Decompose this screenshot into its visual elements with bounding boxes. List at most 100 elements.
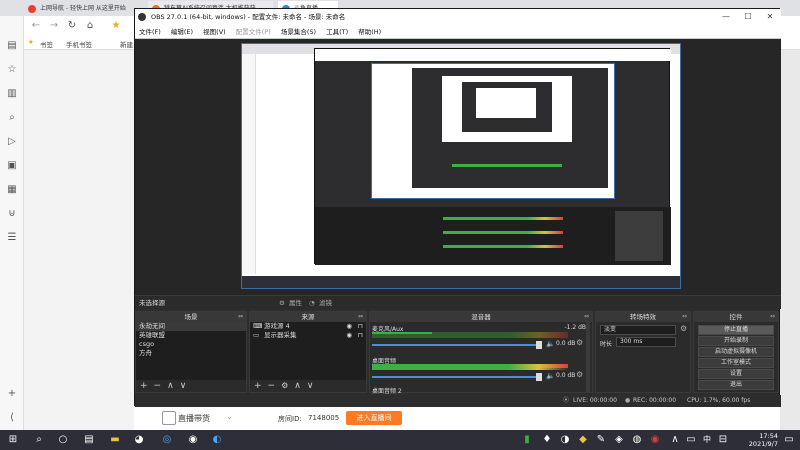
volume-slider-handle[interactable] [536, 373, 542, 381]
settings-button[interactable]: 设置 [698, 369, 774, 379]
volume-slider[interactable] [372, 376, 540, 378]
duration-input[interactable]: 300 ms [616, 337, 676, 347]
lock-icon[interactable]: ⊓ [358, 331, 363, 340]
menu-scene-collection[interactable]: 场景集合(S) [277, 28, 320, 36]
visibility-icon[interactable]: ◉ [346, 322, 352, 331]
browser-tab-1[interactable]: 上网导航 - 轻快上网 从这里开始 [24, 1, 144, 16]
search-icon[interactable]: ⌕ [32, 433, 46, 447]
move-down-icon[interactable]: ∨ [307, 381, 314, 391]
dock-float-icon[interactable]: ⇔ [238, 312, 243, 322]
enter-room-button[interactable]: 进入直播间 [346, 411, 402, 425]
stop-streaming-button[interactable]: 停止直播 [698, 325, 774, 335]
mixer-scrollbar[interactable] [586, 322, 590, 392]
live-commerce-label[interactable]: 直播带货 [178, 413, 210, 424]
bookmark-item[interactable]: 书签 [40, 39, 53, 49]
filter-icon[interactable]: ◔ [309, 296, 315, 310]
source-item[interactable]: ⌨ 游戏源 4 ◉ ⊓ [250, 322, 366, 331]
menu-view[interactable]: 视图(V) [199, 28, 230, 36]
tray-icon[interactable]: ◆ [576, 433, 590, 447]
cart-icon[interactable]: ⊍ [6, 208, 18, 220]
collapse-icon[interactable]: ⟨ [6, 412, 18, 424]
obs-icon[interactable]: ◉ [186, 433, 200, 447]
maximize-icon[interactable]: ☐ [737, 9, 759, 25]
add-scene-icon[interactable]: + [140, 381, 148, 391]
transition-settings-icon[interactable]: ⚙ [680, 324, 687, 333]
tray-icon[interactable]: ◍ [630, 433, 644, 447]
forward-icon[interactable]: → [48, 20, 60, 32]
virtual-camera-button[interactable]: 启动虚拟摄像机 [698, 347, 774, 357]
transition-select[interactable]: 淡变 [600, 325, 676, 335]
tray-icon[interactable]: ◑ [558, 433, 572, 447]
scene-item[interactable]: csgo [136, 340, 246, 349]
search-icon[interactable]: ⌕ [6, 112, 18, 124]
menu-profile[interactable]: 配置文件(P) [232, 28, 275, 36]
minimize-icon[interactable]: — [715, 9, 737, 25]
dock-float-icon[interactable]: ⇔ [358, 312, 363, 322]
tray-icon[interactable]: ◉ [648, 433, 662, 447]
speaker-icon[interactable]: 🔈 [546, 372, 555, 380]
channel-settings-icon[interactable]: ⚙ [576, 370, 583, 379]
scene-item[interactable]: 方舟 [136, 349, 246, 358]
bookmark-item[interactable]: 手机书签 [66, 39, 92, 49]
preview-canvas[interactable] [241, 43, 681, 289]
video-icon[interactable]: ▷ [6, 136, 18, 148]
gear-icon[interactable]: ⚙ [279, 296, 285, 310]
tray-icon[interactable]: ✎ [594, 433, 608, 447]
add-icon[interactable]: + [6, 388, 18, 400]
channel-settings-icon[interactable]: ⚙ [576, 338, 583, 347]
source-item[interactable]: ▭ 显示器采集 ◉ ⊓ [250, 331, 366, 340]
properties-button[interactable]: 属性 [289, 296, 302, 310]
sidebar-icon-1[interactable]: ▤ [6, 40, 18, 52]
browser-icon[interactable]: ◎ [160, 433, 174, 447]
favorites-icon[interactable]: ☆ [6, 64, 18, 76]
move-down-icon[interactable]: ∨ [180, 381, 187, 391]
menu-help[interactable]: 帮助(H) [354, 28, 385, 36]
game-icon[interactable]: ▦ [6, 184, 18, 196]
menu-tools[interactable]: 工具(T) [322, 28, 352, 36]
box-icon[interactable]: ▣ [6, 160, 18, 172]
scene-item[interactable]: 永劫无间 [136, 322, 246, 331]
network-icon[interactable]: ▭ [684, 433, 698, 447]
file-explorer-icon[interactable]: ▬ [108, 433, 122, 447]
start-recording-button[interactable]: 开始录制 [698, 336, 774, 346]
system-clock[interactable]: 17:54 2021/9/7 [749, 432, 778, 448]
filters-button[interactable]: 滤镜 [319, 296, 332, 310]
home-icon[interactable]: ⌂ [84, 20, 96, 32]
visibility-icon[interactable]: ◉ [346, 331, 352, 340]
back-icon[interactable]: ← [30, 20, 42, 32]
dock-float-icon[interactable]: ⇔ [682, 312, 687, 322]
notification-icon[interactable]: ▭ [782, 433, 796, 447]
tray-icon[interactable]: ◈ [612, 433, 626, 447]
dock-float-icon[interactable]: ⇔ [584, 312, 589, 322]
source-settings-icon[interactable]: ⚙ [281, 381, 288, 390]
move-up-icon[interactable]: ∧ [294, 381, 301, 391]
tray-app-icon[interactable]: ▮ [520, 433, 534, 447]
ime-indicator[interactable]: 中 [700, 433, 714, 447]
task-view-icon[interactable]: ▤ [82, 433, 96, 447]
volume-slider-handle[interactable] [536, 341, 542, 349]
volume-slider[interactable] [372, 344, 540, 346]
remove-scene-icon[interactable]: − [154, 381, 162, 391]
steam-icon[interactable]: ◕ [132, 433, 146, 447]
move-up-icon[interactable]: ∧ [167, 381, 174, 391]
exit-button[interactable]: 退出 [698, 380, 774, 390]
refresh-icon[interactable]: ↻ [66, 20, 78, 32]
menu-file[interactable]: 文件(F) [135, 28, 165, 36]
star-icon[interactable]: ★ [110, 20, 122, 32]
studio-mode-button[interactable]: 工作室模式 [698, 358, 774, 368]
dock-float-icon[interactable]: ⇔ [770, 312, 775, 322]
menu-edit[interactable]: 编辑(E) [167, 28, 197, 36]
speaker-icon[interactable]: 🔈 [546, 340, 555, 348]
book-icon[interactable]: ▥ [6, 88, 18, 100]
ime-mode-icon[interactable]: ⊟ [716, 433, 730, 447]
chevron-down-icon[interactable]: ⌄ [226, 412, 233, 421]
app-icon[interactable]: ◐ [210, 433, 224, 447]
close-icon[interactable]: ✕ [759, 9, 781, 25]
list-icon[interactable]: ☰ [6, 232, 18, 244]
lock-icon[interactable]: ⊓ [358, 322, 363, 331]
bookmark-item[interactable]: 新建 [120, 39, 133, 49]
add-source-icon[interactable]: + [254, 381, 262, 391]
cortana-icon[interactable]: ○ [56, 433, 70, 447]
scene-item[interactable]: 英雄联盟 [136, 331, 246, 340]
chevron-up-icon[interactable]: ∧ [668, 433, 682, 447]
